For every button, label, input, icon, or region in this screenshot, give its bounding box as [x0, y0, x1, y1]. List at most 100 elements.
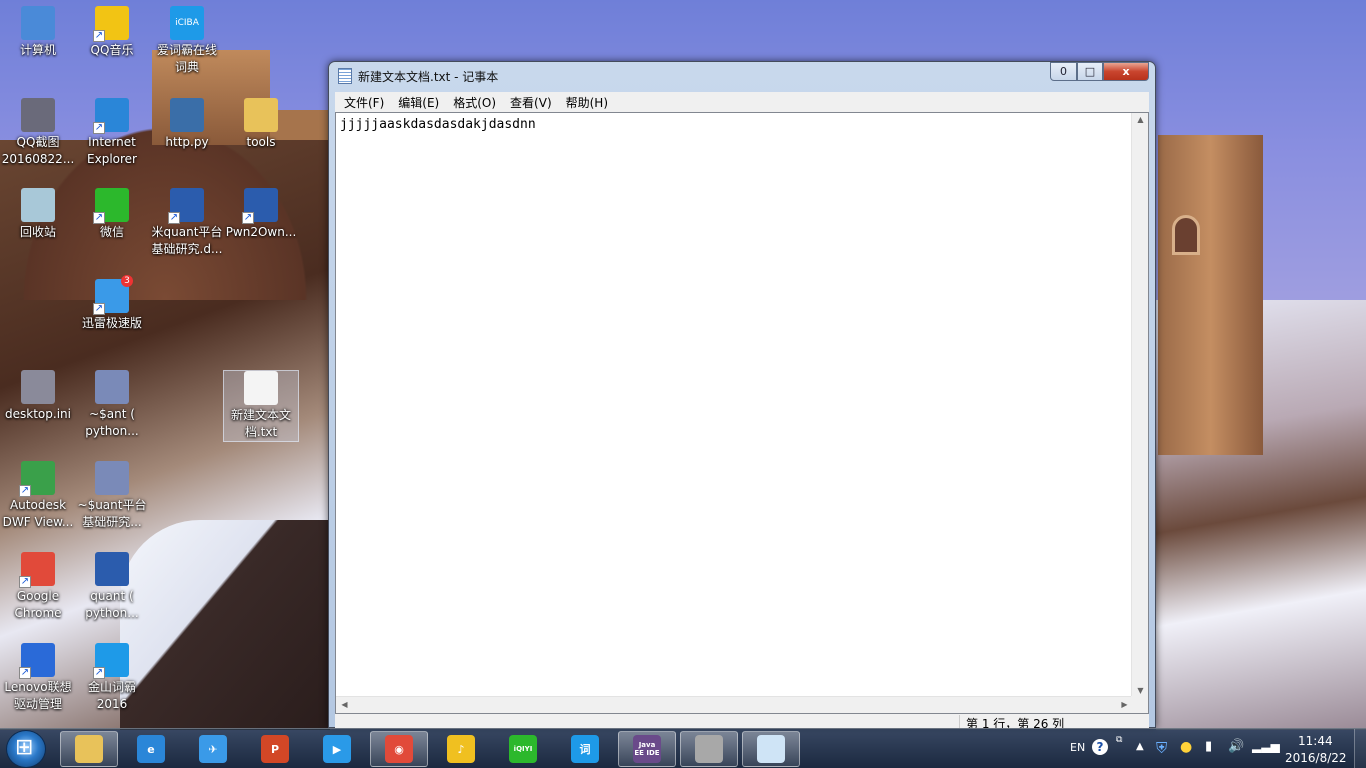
shield-icon[interactable]: ⛨ — [1156, 739, 1167, 757]
close-button[interactable]: x — [1103, 62, 1149, 81]
menu-help[interactable]: 帮助(H) — [559, 94, 615, 111]
desktop-icon[interactable]: ↗ Pwn2Own... — [223, 188, 299, 241]
taskbar-xunlei[interactable]: ✈ — [184, 731, 242, 767]
desktop-icon[interactable]: ↗ Autodesk DWF View... — [0, 461, 76, 531]
word-document-icon — [95, 552, 129, 586]
desktop-icon-label: desktop.ini — [5, 407, 71, 421]
scroll-left-icon[interactable]: ◀ — [336, 700, 353, 709]
desktop-icon-label: Google Chrome — [14, 589, 62, 620]
desktop-icon[interactable]: desktop.ini — [0, 370, 76, 423]
desktop-icon[interactable]: ↗ Google Chrome — [0, 552, 76, 622]
desktop-icon[interactable]: ↗ 金山词霸 2016 — [74, 643, 150, 713]
taskbar-eclipse-javaee[interactable]: Java EE IDE — [618, 731, 676, 767]
desktop-icon-label: Internet Explorer — [87, 135, 137, 166]
desktop-icon-label: 金山词霸 2016 — [87, 680, 136, 711]
network-icon[interactable]: ▂▃▅ — [1252, 739, 1280, 753]
shortcut-arrow-icon: ↗ — [93, 122, 105, 134]
desktop-icon-label: quant ( python... — [85, 589, 139, 620]
taskbar-notepad[interactable] — [742, 731, 800, 767]
desktop-icon[interactable]: 新建文本文 档.txt — [223, 370, 299, 442]
word-document-icon: ↗ — [168, 188, 204, 224]
scroll-down-icon[interactable]: ▼ — [1132, 686, 1149, 695]
desktop-icon-label: 新建文本文 档.txt — [230, 408, 291, 439]
jinshan-ciba-icon: ↗ — [93, 643, 129, 679]
menu-view[interactable]: 查看(V) — [503, 94, 559, 111]
taskbar-jinshan-ciba[interactable]: 词 — [556, 731, 614, 767]
desktop-icon[interactable]: quant ( python... — [74, 552, 150, 622]
vertical-scrollbar[interactable]: ▲ ▼ — [1131, 113, 1148, 697]
desktop-icon[interactable]: 回收站 — [0, 188, 76, 241]
taskbar-iqiyi[interactable]: iQIYI — [494, 731, 552, 767]
snow-wall — [120, 520, 330, 730]
desktop-icon[interactable]: ↗ Internet Explorer — [74, 98, 150, 168]
status-bar: 第 1 行，第 26 列 — [335, 714, 1149, 728]
desktop-icon[interactable]: http.py — [149, 98, 225, 151]
shortcut-arrow-icon: ↗ — [19, 485, 31, 497]
jinshan-ciba-icon: 词 — [571, 735, 599, 763]
internet-explorer-icon: e — [137, 735, 165, 763]
start-button[interactable] — [6, 730, 46, 768]
autodesk-icon: ↗ — [19, 461, 55, 497]
restore-icon[interactable]: ⧉ — [1116, 735, 1122, 745]
screenshot-file-icon — [21, 98, 55, 132]
taskbar: e ✈ P ▶ ◉ ♪ iQIYI 词 Java EE IDE EN ? ⧉ ▲ ⛨ ● ▮ 🔊… — [0, 728, 1366, 768]
scroll-up-icon[interactable]: ▲ — [1132, 115, 1149, 124]
show-desktop-button[interactable] — [1354, 729, 1366, 768]
chrome-icon: ◉ — [385, 735, 413, 763]
chrome-icon: ↗ — [19, 552, 55, 588]
desktop-icon-label: 计算机 — [19, 43, 56, 57]
taskbar-video-player[interactable]: ▶ — [308, 731, 366, 767]
taskbar-explorer[interactable] — [60, 731, 118, 767]
desktop-icon-label: Autodesk DWF View... — [2, 498, 74, 529]
desktop-icon[interactable]: QQ截图 20160822... — [0, 98, 76, 168]
taskbar-powerpoint[interactable]: P — [246, 731, 304, 767]
notepad-window[interactable]: 新建文本文档.txt - 记事本 0 □ x 文件(F) 编辑(E) 格式(O)… — [328, 61, 1156, 728]
desktop-icon[interactable]: ↗ 3 迅雷极速版 — [74, 275, 150, 332]
editor-content[interactable]: jjjjjaaskdasdasdakjdasdnn — [340, 117, 536, 132]
python-file-icon — [170, 98, 204, 132]
qq-icon[interactable]: ● — [1180, 739, 1192, 755]
notepad-titlebar[interactable]: 新建文本文档.txt - 记事本 — [329, 62, 1155, 90]
notepad-icon — [757, 735, 785, 763]
language-indicator[interactable]: EN — [1070, 741, 1085, 754]
horizontal-scrollbar[interactable]: ◀ ▶ — [336, 696, 1133, 713]
text-editor[interactable]: jjjjjaaskdasdasdakjdasdnn ▲ ▼ ◀ ▶ — [335, 112, 1149, 714]
taskbar-chrome[interactable]: ◉ — [370, 731, 428, 767]
clock-time[interactable]: 11:44 — [1298, 734, 1333, 748]
help-icon[interactable]: ? — [1092, 739, 1108, 755]
tray-expand-icon[interactable]: ▲ — [1136, 741, 1144, 752]
desktop-icon[interactable]: iCIBA 爱词霸在线 词典 — [149, 6, 225, 76]
taskbar-internet-explorer[interactable]: e — [122, 731, 180, 767]
eclipse-javaee-icon: Java EE IDE — [633, 735, 661, 763]
window-controls: 0 □ x — [1050, 62, 1149, 81]
maximize-button[interactable]: □ — [1077, 62, 1103, 81]
desktop-icon-label: 爱词霸在线 词典 — [156, 43, 217, 74]
desktop-icon[interactable]: ↗ Lenovo联想 驱动管理 — [0, 643, 76, 713]
desktop-icon[interactable]: ~$uant平台 基础研究... — [74, 461, 150, 531]
desktop-icon[interactable]: ~$ant ( python... — [74, 370, 150, 440]
desktop-icon[interactable]: tools — [223, 98, 299, 151]
desktop-icon[interactable]: ↗ 米quant平台 基础研究.d... — [149, 188, 225, 258]
taskbar-qq-music[interactable]: ♪ — [432, 731, 490, 767]
wechat-icon: ↗ — [93, 188, 129, 224]
shortcut-arrow-icon: ↗ — [93, 212, 105, 224]
word-temp-icon — [95, 461, 129, 495]
menu-edit[interactable]: 编辑(E) — [391, 94, 446, 111]
volume-icon[interactable]: 🔊 — [1228, 739, 1244, 754]
taskbar-image-viewer[interactable] — [680, 731, 738, 767]
desktop-icon-label: 迅雷极速版 — [81, 316, 142, 330]
desktop-icon-label: Lenovo联想 驱动管理 — [4, 680, 72, 711]
minimize-button[interactable]: 0 — [1050, 62, 1077, 81]
qq-music-icon: ♪ — [447, 735, 475, 763]
desktop-icon[interactable]: ↗ 微信 — [74, 188, 150, 241]
desktop-icon-label: Pwn2Own... — [225, 225, 297, 239]
desktop-icon-label: ~$ant ( python... — [85, 407, 139, 438]
menu-format[interactable]: 格式(O) — [446, 94, 503, 111]
menu-file[interactable]: 文件(F) — [337, 94, 391, 111]
desktop-icon[interactable]: 计算机 — [0, 6, 76, 59]
desktop-icon-label: tools — [246, 135, 276, 149]
usb-icon[interactable]: ▮ — [1205, 739, 1212, 754]
clock-date[interactable]: 2016/8/22 — [1285, 751, 1347, 765]
desktop-icon[interactable]: ↗ QQ音乐 — [74, 6, 150, 59]
notepad-icon — [338, 68, 352, 84]
